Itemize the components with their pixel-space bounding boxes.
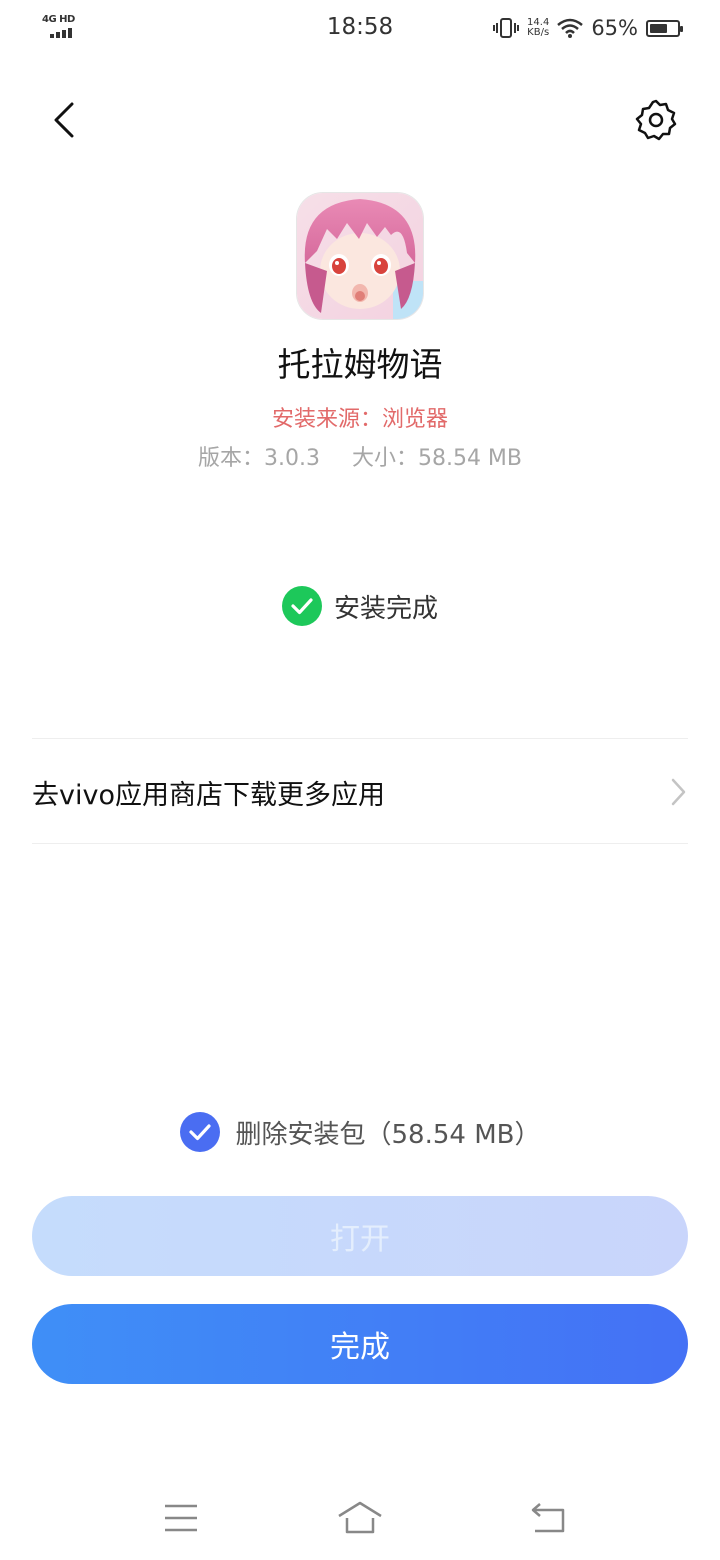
install-status-text: 安装完成	[333, 593, 438, 624]
app-name: 托拉姆物语	[277, 345, 443, 384]
checkbox-checked-icon[interactable]	[179, 1112, 220, 1152]
vivo-store-link-label: 去vivo应用商店下载更多应用	[32, 779, 385, 811]
chevron-left-icon	[54, 102, 74, 138]
navigation-bar	[0, 1480, 720, 1560]
back-button[interactable]	[44, 96, 88, 144]
vivo-store-link[interactable]: 去vivo应用商店下载更多应用	[32, 740, 688, 844]
divider	[32, 738, 688, 739]
app-icon	[297, 193, 423, 319]
network-speed: 14.4 KB/s	[527, 17, 550, 38]
gear-icon	[635, 99, 677, 141]
divider	[32, 843, 688, 844]
menu-icon[interactable]	[162, 1502, 200, 1534]
check-circle-icon	[281, 586, 322, 626]
delete-package-option[interactable]: 删除安装包（58.54 MB）	[0, 1110, 720, 1154]
vibrate-icon	[493, 18, 520, 38]
settings-button[interactable]	[632, 96, 680, 144]
back-icon[interactable]	[528, 1500, 568, 1536]
status-indicators: 14.4 KB/s 65%	[493, 14, 683, 42]
delete-package-label: 删除安装包（58.54 MB）	[235, 1119, 541, 1150]
wifi-icon	[557, 18, 584, 38]
install-source: 安装来源：浏览器	[271, 407, 448, 432]
app-version: 版本：3.0.3	[197, 446, 320, 471]
battery-icon	[646, 19, 683, 37]
install-status: 安装完成	[0, 584, 720, 628]
app-meta: 版本：3.0.3 大小：58.54 MB	[0, 440, 720, 472]
app-size: 大小：58.54 MB	[351, 446, 523, 471]
done-button[interactable]: 完成	[32, 1304, 688, 1384]
home-icon[interactable]	[336, 1500, 384, 1536]
status-bar: 4G HD 18:58 14.4 KB/s 65%	[0, 0, 720, 56]
open-button[interactable]: 打开	[32, 1196, 688, 1276]
chevron-right-icon	[671, 778, 686, 806]
battery-percent: 65%	[591, 16, 638, 40]
